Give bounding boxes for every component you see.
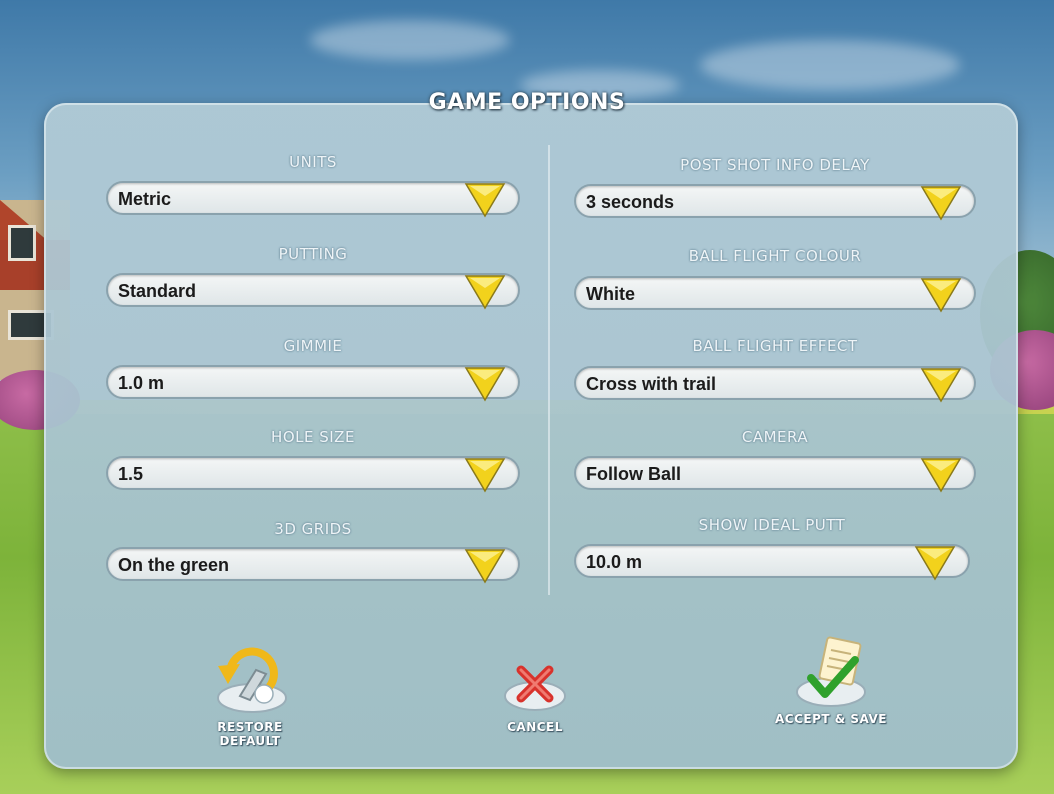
ball-flight-colour-value: White [586, 284, 635, 304]
3d-grids-dropdown[interactable]: On the green [106, 547, 520, 584]
column-divider [548, 145, 550, 595]
chevron-down-icon [920, 186, 962, 221]
cancel-label: CANCEL [507, 720, 563, 734]
gimmie-value: 1.0 m [118, 373, 165, 393]
post-shot-info-delay-dropdown[interactable]: 3 seconds [574, 184, 976, 221]
camera-dropdown[interactable]: Follow Ball [574, 456, 976, 493]
ball-flight-effect-value: Cross with trail [586, 374, 717, 394]
hole-size-value: 1.5 [118, 464, 144, 484]
show-ideal-putt-dropdown[interactable]: 10.0 m [574, 544, 970, 581]
show-ideal-putt-label: SHOW IDEAL PUTT [698, 516, 846, 534]
cloud [310, 20, 510, 60]
house-window [8, 225, 36, 261]
chevron-down-icon [464, 458, 506, 493]
camera-value: Follow Ball [586, 464, 682, 484]
camera-label: CAMERA [741, 428, 809, 446]
3d-grids-label: 3D GRIDS [274, 520, 352, 538]
chevron-down-icon [920, 278, 962, 313]
restore-label-line1: RESTORE [217, 720, 283, 734]
chevron-down-icon [920, 458, 962, 493]
restore-label-line2: DEFAULT [219, 734, 281, 748]
post-shot-info-delay-value: 3 seconds [586, 192, 675, 212]
accept-label: ACCEPT & SAVE [775, 712, 887, 726]
units-value: Metric [118, 189, 172, 209]
units-dropdown[interactable]: Metric [106, 181, 520, 218]
putting-value: Standard [118, 281, 197, 301]
ball-flight-colour-label: BALL FLIGHT COLOUR [688, 247, 862, 265]
panel-title: GAME OPTIONS [428, 90, 626, 115]
close-icon [504, 665, 566, 711]
gimmie-dropdown[interactable]: 1.0 m [106, 365, 520, 402]
chevron-down-icon [464, 275, 506, 310]
cloud [700, 40, 960, 90]
ball-flight-effect-label: BALL FLIGHT EFFECT [692, 337, 858, 355]
putting-dropdown[interactable]: Standard [106, 273, 520, 310]
restore-default-icon [217, 647, 287, 713]
cancel-button[interactable]: CANCEL [495, 658, 575, 734]
chevron-down-icon [920, 368, 962, 403]
chevron-down-icon [464, 367, 506, 402]
gimmie-label: GIMMIE [283, 337, 343, 355]
units-label: UNITS [289, 153, 337, 171]
ball-flight-effect-dropdown[interactable]: Cross with trail [574, 366, 976, 403]
hole-size-label: HOLE SIZE [271, 428, 355, 446]
ball-flight-colour-dropdown[interactable]: White [574, 276, 976, 313]
post-shot-info-delay-label: POST SHOT INFO DELAY [680, 156, 870, 174]
putting-label: PUTTING [278, 245, 348, 263]
3d-grids-value: On the green [118, 555, 230, 575]
chevron-down-icon [914, 546, 956, 581]
restore-default-button[interactable]: RESTORE DEFAULT [200, 636, 300, 748]
chevron-down-icon [464, 183, 506, 218]
hole-size-dropdown[interactable]: 1.5 [106, 456, 520, 493]
accept-save-button[interactable]: ACCEPT & SAVE [756, 636, 906, 726]
chevron-down-icon [464, 549, 506, 584]
checkmark-icon [796, 636, 866, 707]
show-ideal-putt-value: 10.0 m [586, 552, 643, 572]
